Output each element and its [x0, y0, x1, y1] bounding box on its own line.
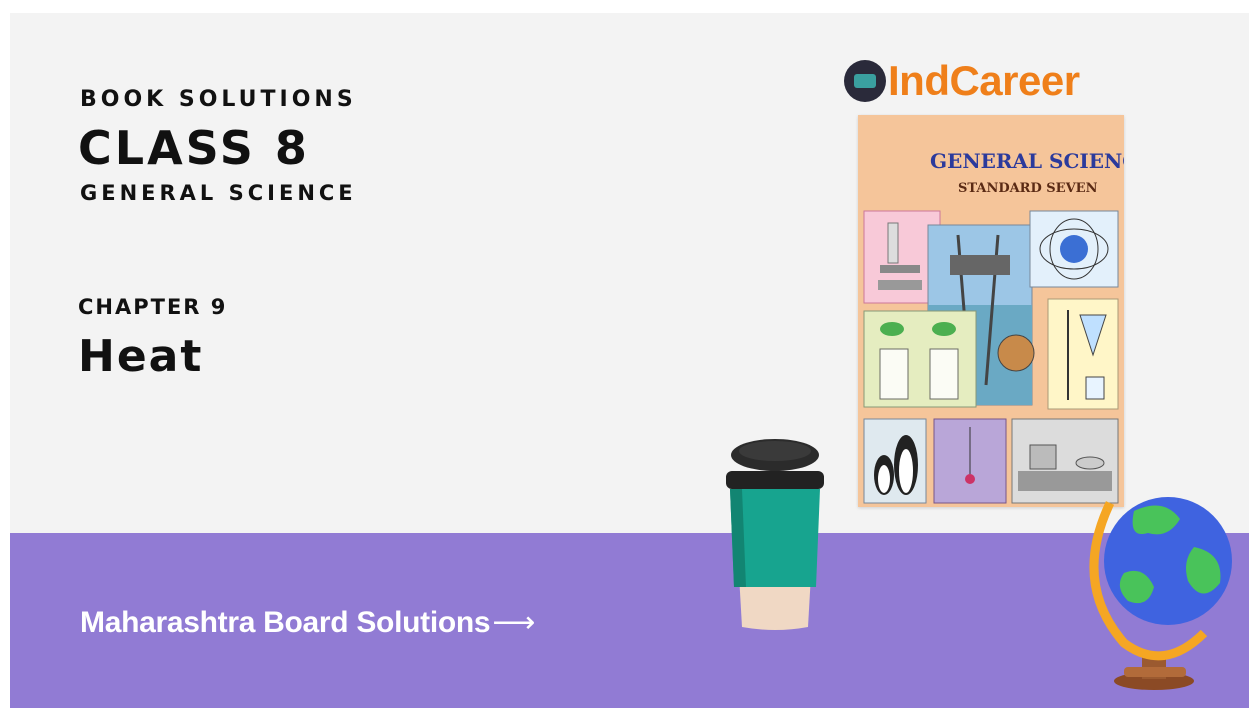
logo-mark-icon: [844, 60, 886, 102]
chapter-title: Heat: [78, 331, 204, 382]
subject-title: GENERAL SCIENCE: [80, 181, 357, 205]
section-kicker: BOOK SOLUTIONS: [80, 87, 357, 112]
indcareer-logo[interactable]: IndCareer: [844, 53, 1080, 109]
textbook-cover-image: GENERAL SCIENCE STANDARD SEVEN: [858, 115, 1124, 507]
class-title: CLASS 8: [78, 121, 310, 175]
arrow-right-icon: ⟶: [492, 606, 536, 639]
chapter-label: CHAPTER 9: [78, 295, 228, 319]
logo-text: IndCareer: [888, 57, 1080, 104]
slide: BOOK SOLUTIONS CLASS 8 GENERAL SCIENCE C…: [10, 13, 1249, 708]
book-cover-illustrations: [863, 210, 1119, 504]
globe-image: [1089, 497, 1232, 690]
board-link-label: Maharashtra Board Solutions: [80, 606, 491, 639]
maharashtra-board-link[interactable]: Maharashtra Board Solutions⟶: [80, 605, 535, 640]
coffee-cup-image: [726, 439, 824, 630]
